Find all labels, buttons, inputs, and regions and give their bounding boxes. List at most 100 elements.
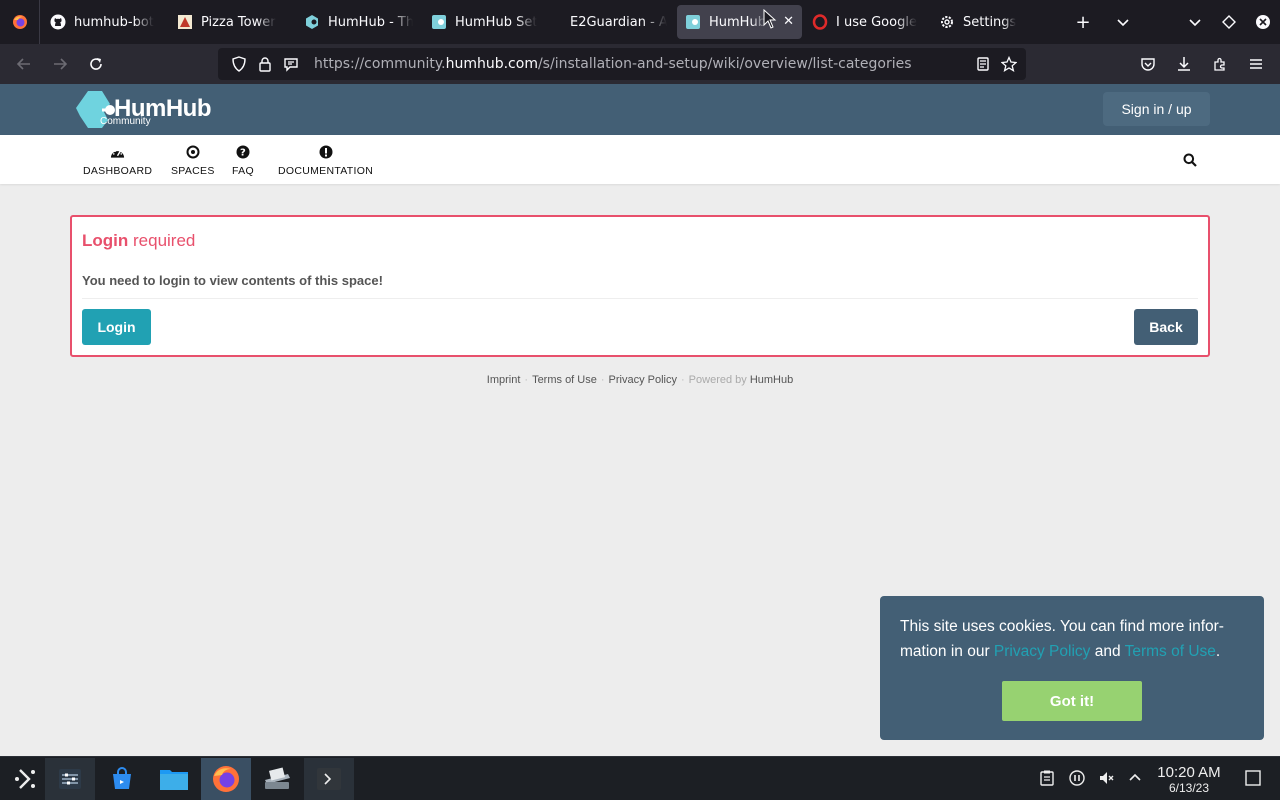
volume-muted-icon[interactable]: [1097, 769, 1115, 787]
footer-privacy-link[interactable]: Privacy Policy: [609, 374, 677, 386]
window-chevron-down-icon[interactable]: [1178, 5, 1212, 39]
tab-title: HumHub: [709, 14, 766, 30]
back-button[interactable]: Back: [1134, 309, 1198, 345]
gear-icon: [939, 14, 955, 30]
taskbar: 10:20 AM 6/13/23: [0, 756, 1280, 800]
downloads-icon[interactable]: [1166, 48, 1202, 80]
tab-settings[interactable]: Settings: [931, 5, 1056, 39]
tab-pizza-tower[interactable]: Pizza Tower: [169, 5, 294, 39]
tab-e2guardian[interactable]: E2Guardian - Acc: [550, 5, 675, 39]
file-manager-icon[interactable]: [149, 758, 199, 800]
tab-title: I use Google: [836, 14, 917, 30]
cookie-accept-button[interactable]: Got it!: [1002, 681, 1142, 721]
extensions-icon[interactable]: [1202, 48, 1238, 80]
footer-terms-link[interactable]: Terms of Use: [532, 374, 597, 386]
terminal-icon[interactable]: [304, 758, 354, 800]
clock-time: 10:20 AM: [1157, 764, 1221, 781]
firefox-taskbar-icon[interactable]: [201, 758, 251, 800]
tab-title: HumHub - Th: [328, 14, 413, 30]
tray-expand-icon[interactable]: [1126, 769, 1144, 787]
tab-title: humhub-bot: [74, 14, 154, 30]
panel-title-rest: required: [133, 231, 196, 250]
tab-list-chevron-icon[interactable]: [1106, 5, 1140, 39]
menu-label: SPACES: [171, 165, 215, 177]
menu-label: FAQ: [232, 165, 254, 177]
window-diamond-icon[interactable]: [1212, 5, 1246, 39]
hamburger-menu-icon[interactable]: [1238, 48, 1274, 80]
footer-imprint-link[interactable]: Imprint: [487, 374, 521, 386]
forward-arrow-icon[interactable]: [42, 48, 78, 80]
tab-title: HumHub Set: [455, 14, 538, 30]
svg-text:?: ?: [240, 148, 246, 159]
panel-title-bold: Login: [82, 231, 129, 250]
tab-title: Pizza Tower: [201, 14, 276, 30]
clipboard-icon[interactable]: [1038, 769, 1056, 787]
panel-divider: [82, 298, 1198, 299]
search-icon[interactable]: [1183, 152, 1197, 171]
clock-date: 6/13/23: [1168, 781, 1210, 795]
reader-view-icon[interactable]: [970, 48, 996, 80]
back-arrow-icon[interactable]: [6, 48, 42, 80]
url-bar[interactable]: https://community.humhub.com/s/installat…: [218, 48, 1026, 80]
sign-in-button[interactable]: Sign in / up: [1103, 92, 1210, 126]
login-button[interactable]: Login: [82, 309, 151, 345]
tab-humhub-active[interactable]: HumHub ✕: [677, 5, 802, 39]
question-icon: ?: [235, 144, 251, 160]
mouse-cursor-icon: [763, 8, 777, 33]
firefox-menu-icon[interactable]: [0, 0, 40, 44]
scanner-icon[interactable]: [252, 758, 302, 800]
tab-title: E2Guardian - Acc: [570, 14, 667, 30]
pocket-icon[interactable]: [1130, 48, 1166, 80]
navigation-bar: https://community.humhub.com/s/installat…: [0, 44, 1280, 84]
tab-humhub-set[interactable]: HumHub Set: [423, 5, 548, 39]
panel-message: You need to login to view contents of th…: [82, 273, 383, 288]
logo-subtitle: Community: [100, 116, 151, 127]
new-tab-icon[interactable]: +: [1066, 5, 1100, 39]
humhub-square-icon: [685, 14, 701, 30]
discover-store-icon[interactable]: [97, 758, 147, 800]
menu-label: DOCUMENTATION: [278, 165, 374, 177]
system-settings-icon[interactable]: [45, 758, 95, 800]
tab-humhub-bot[interactable]: humhub-bot: [42, 5, 167, 39]
cookie-terms-link[interactable]: Terms of Use: [1125, 643, 1216, 660]
url-domain: humhub.com: [445, 56, 538, 72]
menu-item-faq[interactable]: ? FAQ: [232, 144, 254, 177]
tab-strip: humhub-bot Pizza Tower HumHub - Th HumHu…: [0, 0, 1280, 44]
lock-icon[interactable]: [252, 48, 278, 80]
menu-item-dashboard[interactable]: DASHBOARD: [83, 144, 152, 177]
cookie-dot: .: [1215, 643, 1221, 660]
permissions-icon[interactable]: [278, 48, 304, 80]
cookie-privacy-link[interactable]: Privacy Policy: [994, 643, 1090, 660]
app-launcher-icon[interactable]: [0, 758, 50, 800]
humhub-square-icon: [431, 14, 447, 30]
pizza-tower-icon: [177, 14, 193, 30]
footer-humhub-link[interactable]: HumHub: [750, 374, 793, 386]
clock[interactable]: 10:20 AM 6/13/23: [1152, 764, 1226, 796]
tab-humhub-th[interactable]: HumHub - Th: [296, 5, 421, 39]
tab-i-use-google[interactable]: I use Google: [804, 5, 929, 39]
menu-item-documentation[interactable]: DOCUMENTATION: [278, 144, 373, 177]
close-tab-icon[interactable]: ✕: [783, 14, 794, 29]
top-menu: DASHBOARD SPACES ? FAQ DOCUMENTATION: [0, 135, 1280, 184]
show-desktop-icon[interactable]: [1244, 769, 1262, 787]
tab-title: Settings: [963, 14, 1017, 30]
window-close-icon[interactable]: [1246, 5, 1280, 39]
exclamation-icon: [318, 144, 334, 160]
site-header: HumHub Community Sign in / up: [0, 84, 1280, 135]
media-pause-icon[interactable]: [1068, 769, 1086, 787]
humhub-icon: [304, 14, 320, 30]
target-icon: [185, 144, 201, 160]
footer: Imprint · Terms of Use · Privacy Policy · Powe…: [486, 374, 794, 386]
url-text: https://community.humhub.com/s/installat…: [314, 56, 912, 72]
url-prefix: https://community.: [314, 56, 446, 72]
login-required-panel: Login required You need to login to view…: [70, 215, 1210, 357]
opera-icon: [812, 14, 828, 30]
reload-icon[interactable]: [78, 48, 114, 80]
bookmark-star-icon[interactable]: [996, 48, 1022, 80]
github-icon: [50, 14, 66, 30]
tracking-shield-icon[interactable]: [226, 48, 252, 80]
url-path: /s/installation-and-setup/wiki/overview/…: [537, 56, 912, 72]
dashboard-icon: [110, 144, 126, 160]
footer-powered-by: Powered by: [688, 374, 747, 386]
menu-item-spaces[interactable]: SPACES: [171, 144, 215, 177]
